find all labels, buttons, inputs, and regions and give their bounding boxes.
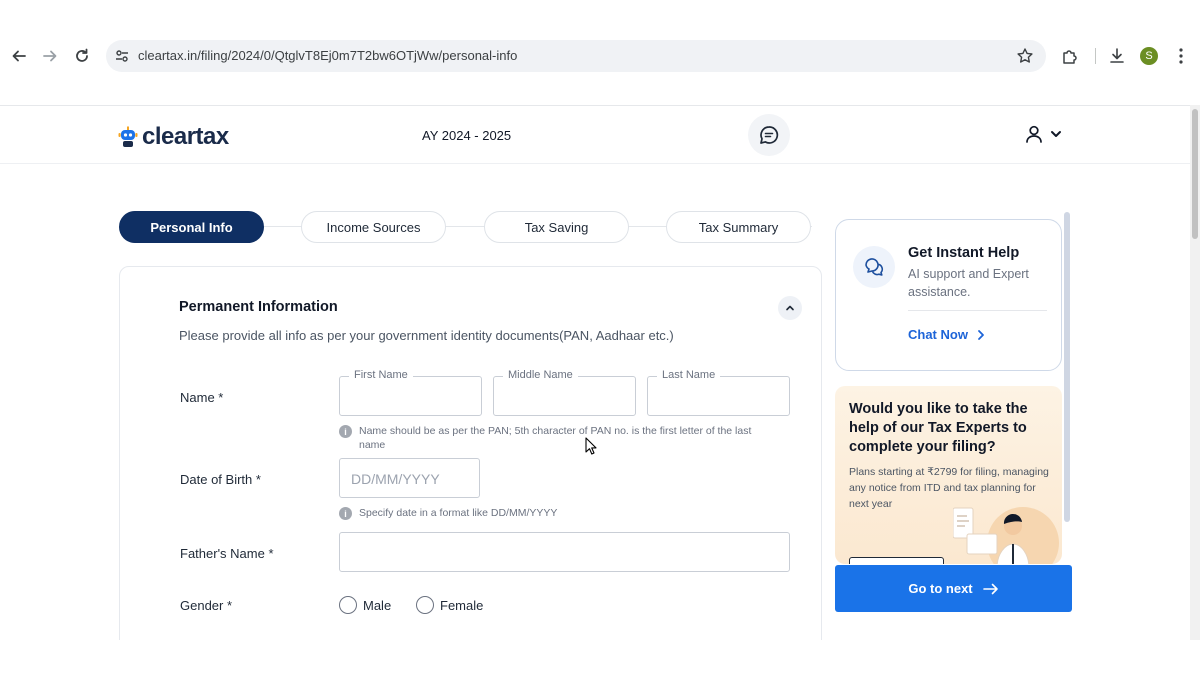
female-label: Female	[440, 597, 484, 613]
chevron-right-icon	[978, 329, 984, 340]
step-tax-saving[interactable]: Tax Saving	[484, 211, 629, 243]
male-radio[interactable]	[339, 596, 357, 614]
bookmark-star-icon[interactable]	[1016, 47, 1034, 65]
site-header: cleartax AY 2024 - 2025	[0, 106, 1190, 164]
chevron-down-icon	[1051, 131, 1061, 137]
personal-info-form-card: Permanent Information Please provide all…	[119, 266, 822, 640]
father-name-field[interactable]	[339, 532, 790, 572]
section-title: Permanent Information	[179, 299, 338, 315]
name-hint-text: Name should be as per the PAN; 5th chara…	[359, 425, 752, 451]
tax-expert-illustration	[953, 507, 1059, 564]
chat-now-link[interactable]: Chat Now	[908, 327, 986, 342]
assessment-year: AY 2024 - 2025	[422, 128, 512, 143]
help-subtitle: AI support and Expert assistance.	[908, 267, 1029, 299]
step-tax-summary[interactable]: Tax Summary	[666, 211, 811, 243]
dob-hint-text: Specify date in a format like DD/MM/YYYY	[359, 507, 558, 519]
page-scroll-thumb[interactable]	[1192, 109, 1198, 239]
step-income-sources[interactable]: Income Sources	[301, 211, 446, 243]
middle-name-label: Middle Name	[503, 369, 578, 381]
user-menu[interactable]	[1024, 124, 1062, 144]
help-title: Get Instant Help	[908, 245, 1020, 261]
instant-help-card: Get Instant Help AI support and Expert a…	[835, 219, 1062, 371]
profile-avatar[interactable]: S	[1140, 47, 1158, 65]
reload-icon[interactable]	[72, 46, 92, 66]
last-name-label: Last Name	[657, 369, 721, 381]
arrow-right-icon	[982, 583, 998, 594]
gender-option-female[interactable]: Female	[416, 596, 483, 614]
male-label: Male	[363, 597, 392, 613]
web-page: cleartax AY 2024 - 2025 Personal Info In…	[0, 105, 1190, 640]
chat-now-label: Chat Now	[908, 327, 968, 342]
help-divider	[908, 310, 1047, 311]
mouse-cursor-icon	[585, 437, 597, 455]
go-to-next-button[interactable]: Go to next	[835, 565, 1072, 612]
info-icon: i	[339, 507, 352, 520]
cleartax-logo[interactable]: cleartax	[118, 123, 229, 151]
middle-name-field[interactable]: Middle Name	[493, 369, 636, 416]
back-icon[interactable]	[9, 46, 29, 66]
extensions-icon[interactable]	[1059, 45, 1081, 67]
collapse-section-button[interactable]	[778, 296, 802, 320]
url-text: cleartax.in/filing/2024/0/QtglvT8Ej0m7T2…	[138, 48, 518, 63]
sidebar-scroll-thumb[interactable]	[1064, 212, 1070, 522]
address-bar[interactable]: cleartax.in/filing/2024/0/QtglvT8Ej0m7T2…	[106, 40, 1046, 72]
info-icon: i	[339, 425, 352, 438]
site-settings-icon[interactable]	[114, 48, 130, 64]
tax-expert-promo-card: Would you like to take the help of our T…	[835, 386, 1062, 564]
browser-toolbar: cleartax.in/filing/2024/0/QtglvT8Ej0m7T2…	[0, 36, 1200, 76]
gender-option-male[interactable]: Male	[339, 596, 391, 614]
forward-icon[interactable]	[40, 46, 60, 66]
download-icon[interactable]	[1106, 45, 1128, 67]
dob-hint: i Specify date in a format like DD/MM/YY…	[339, 506, 779, 520]
more-menu-icon[interactable]	[1170, 45, 1192, 67]
user-icon	[1026, 125, 1042, 143]
last-name-field[interactable]: Last Name	[647, 369, 790, 416]
go-to-next-label: Go to next	[908, 581, 973, 596]
robot-logo-icon	[118, 126, 138, 147]
brand-name: cleartax	[142, 123, 229, 150]
father-name-label: Father's Name *	[180, 546, 274, 561]
promo-title: Would you like to take the help of our T…	[849, 401, 1028, 455]
dob-label: Date of Birth *	[180, 472, 261, 487]
name-label: Name *	[180, 390, 224, 405]
gender-label: Gender *	[180, 598, 233, 613]
progress-stepper: Personal Info Income Sources Tax Saving …	[119, 211, 812, 243]
step-personal-info[interactable]: Personal Info	[119, 211, 264, 243]
section-description: Please provide all info as per your gove…	[179, 328, 674, 343]
promo-button[interactable]	[849, 557, 944, 564]
chat-bubble-icon[interactable]	[748, 114, 790, 156]
sidebar-scrollbar[interactable]	[1063, 206, 1071, 561]
dob-field[interactable]: DD/MM/YYYY	[339, 458, 480, 498]
female-radio[interactable]	[416, 596, 434, 614]
chat-bubbles-icon	[853, 246, 895, 288]
name-hint: i Name should be as per the PAN; 5th cha…	[339, 424, 779, 452]
dob-placeholder: DD/MM/YYYY	[351, 471, 440, 487]
toolbar-divider	[1095, 48, 1096, 64]
first-name-field[interactable]: First Name	[339, 369, 482, 416]
first-name-label: First Name	[349, 369, 413, 381]
page-scrollbar[interactable]	[1190, 105, 1200, 640]
chevron-up-icon	[786, 305, 794, 311]
